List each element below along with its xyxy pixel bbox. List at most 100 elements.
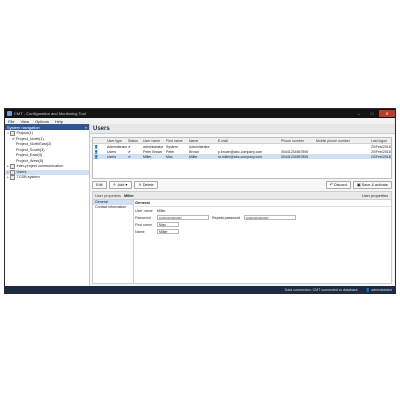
window-title: CMT - Configuration and Monitoring Tool	[14, 111, 86, 116]
first-name-field[interactable]: Max	[157, 222, 179, 227]
folder-icon	[10, 131, 15, 137]
properties-value: Miller	[123, 193, 134, 198]
name-field[interactable]: Miller	[157, 229, 179, 234]
discard-button[interactable]: ↶ Discard	[325, 180, 351, 189]
tree-item-label: TCSB system	[16, 175, 40, 179]
page-title: Users	[90, 124, 395, 134]
delete-button[interactable]: ✕ Delete	[134, 180, 158, 189]
sidebar-title: System navigation	[7, 124, 40, 130]
column-header[interactable]: Name	[188, 139, 217, 143]
column-header[interactable]: User type	[106, 139, 127, 143]
menu-help[interactable]: Help	[52, 119, 66, 124]
table-cell: Brown	[189, 149, 199, 154]
form-row: User name Miller	[135, 207, 391, 214]
table-cell: Users	[107, 149, 117, 154]
field-label: Repeat password	[212, 215, 240, 220]
table-cell: 00441234567890	[281, 154, 309, 159]
column-header[interactable]: User name	[142, 139, 165, 143]
field-label: First name	[135, 222, 152, 227]
title-bar[interactable]: CMT - Configuration and Monitoring Tool …	[5, 109, 395, 118]
field-label: User name	[135, 208, 153, 213]
properties-tab[interactable]: User properties	[362, 194, 388, 198]
menu-options[interactable]: Options	[32, 119, 52, 124]
username-value: Miller	[157, 208, 166, 213]
edit-button[interactable]: Edit	[92, 180, 107, 189]
user-icon: 👤	[94, 149, 99, 154]
table-cell: System	[166, 144, 178, 149]
properties-panel: General Contact information General User…	[92, 199, 392, 284]
check-icon: ✔	[12, 136, 15, 141]
password-field[interactable]: ••••••••••••••••••	[157, 215, 209, 220]
app-icon	[7, 111, 12, 116]
properties-form: General User name Miller Password ••••••…	[135, 200, 391, 283]
column-header[interactable]: Last logon	[370, 139, 391, 143]
section-title: General	[135, 200, 391, 207]
minimize-button[interactable]: –	[353, 110, 365, 117]
status-user: 👤 administrator	[366, 288, 392, 292]
column-header[interactable]: E-mail	[217, 139, 280, 143]
maximize-button[interactable]: □	[366, 110, 378, 117]
table-cell: 20/Feb/2018 17:39:09	[371, 144, 391, 149]
system-navigation-panel: System navigation « ▾ Project(1) ✔ Proje…	[5, 124, 90, 286]
column-header[interactable]: Status	[127, 139, 142, 143]
form-row: Name Miller	[135, 228, 391, 235]
connection-status: Data connection: CMT connected to databa…	[284, 287, 358, 292]
discard-button-label: Discard	[333, 182, 347, 187]
user-icon: 👤	[365, 287, 371, 292]
table-cell: 20/Feb/2018 17:38:09	[371, 149, 391, 154]
repeat-password-field[interactable]: ••••••••••••••••••	[244, 215, 296, 220]
status-bar: Data connection: CMT connected to databa…	[5, 286, 395, 293]
add-button-label: Add	[117, 182, 125, 187]
field-label: Name	[135, 229, 145, 234]
users-table: User type Status User name First name Na…	[92, 137, 392, 179]
table-cell: Peter Brown	[143, 149, 163, 154]
column-header[interactable]: First name	[165, 139, 188, 143]
table-cell: Peter	[166, 149, 175, 154]
menu-view[interactable]: View	[17, 119, 32, 124]
save-activate-button[interactable]: ▣ Save & activate	[352, 180, 392, 189]
table-cell: m.miller@abc-company.com	[218, 154, 263, 159]
tree-item-tcsb-system[interactable]: ▸ TCSB system	[5, 175, 89, 181]
main-content: Users User type Status User name First n…	[90, 124, 395, 286]
close-button[interactable]: ✕	[379, 110, 395, 117]
nav-contact-information[interactable]: Contact information	[93, 205, 133, 210]
delete-icon: ✕	[138, 182, 142, 187]
save-button-label: Save & activate	[361, 182, 388, 187]
column-header[interactable]: Phone number	[280, 139, 315, 143]
navigation-tree: ▾ Project(1) ✔ Project_North(1) Project_…	[5, 130, 89, 181]
discard-icon: ↶	[329, 182, 333, 187]
field-label: Password	[135, 215, 151, 220]
table-cell: administrator	[143, 144, 164, 149]
table-cell: 20/Feb/2018 17:38:45	[371, 154, 391, 159]
delete-button-label: Delete	[142, 182, 154, 187]
column-header[interactable]: Mobile phone number	[315, 139, 370, 143]
app-window: CMT - Configuration and Monitoring Tool …	[4, 108, 396, 294]
table-cell: Miller	[189, 154, 198, 159]
status-check-icon: ✔	[128, 149, 131, 154]
add-button[interactable]: ＋ Add ▾	[108, 180, 133, 189]
status-username: administrator	[371, 287, 392, 292]
menu-file[interactable]: File	[5, 119, 17, 124]
status-check-icon: ✔	[128, 154, 131, 159]
save-icon: ▣	[356, 182, 361, 187]
users-icon	[10, 169, 15, 175]
status-check-icon: ✔	[128, 144, 131, 149]
table-cell: 00441234567890	[281, 149, 309, 154]
chevron-down-icon: ▾	[125, 182, 128, 187]
table-cell: p.brown@abc-company.com	[218, 149, 263, 154]
system-icon	[10, 175, 15, 181]
collapse-icon[interactable]: «	[85, 125, 87, 130]
form-row: First name Max	[135, 221, 391, 228]
table-cell: Max	[166, 154, 173, 159]
user-icon: 👤	[94, 154, 99, 159]
user-icon: 👤	[94, 144, 99, 149]
properties-nav: General Contact information	[93, 200, 134, 283]
table-cell: Miller	[143, 154, 152, 159]
action-toolbar: Edit ＋ Add ▾ ✕ Delete ↶ Discard ▣ Save &…	[92, 180, 392, 189]
network-icon	[10, 164, 15, 170]
form-row: Password •••••••••••••••••• Repeat passw…	[135, 214, 391, 221]
table-cell: Users	[107, 154, 117, 159]
table-cell: Administrator	[107, 144, 127, 149]
edit-button-label: Edit	[96, 182, 103, 187]
table-row-selected[interactable]: 👤 Users ✔ Miller Max Miller m.miller@abc…	[93, 154, 391, 159]
